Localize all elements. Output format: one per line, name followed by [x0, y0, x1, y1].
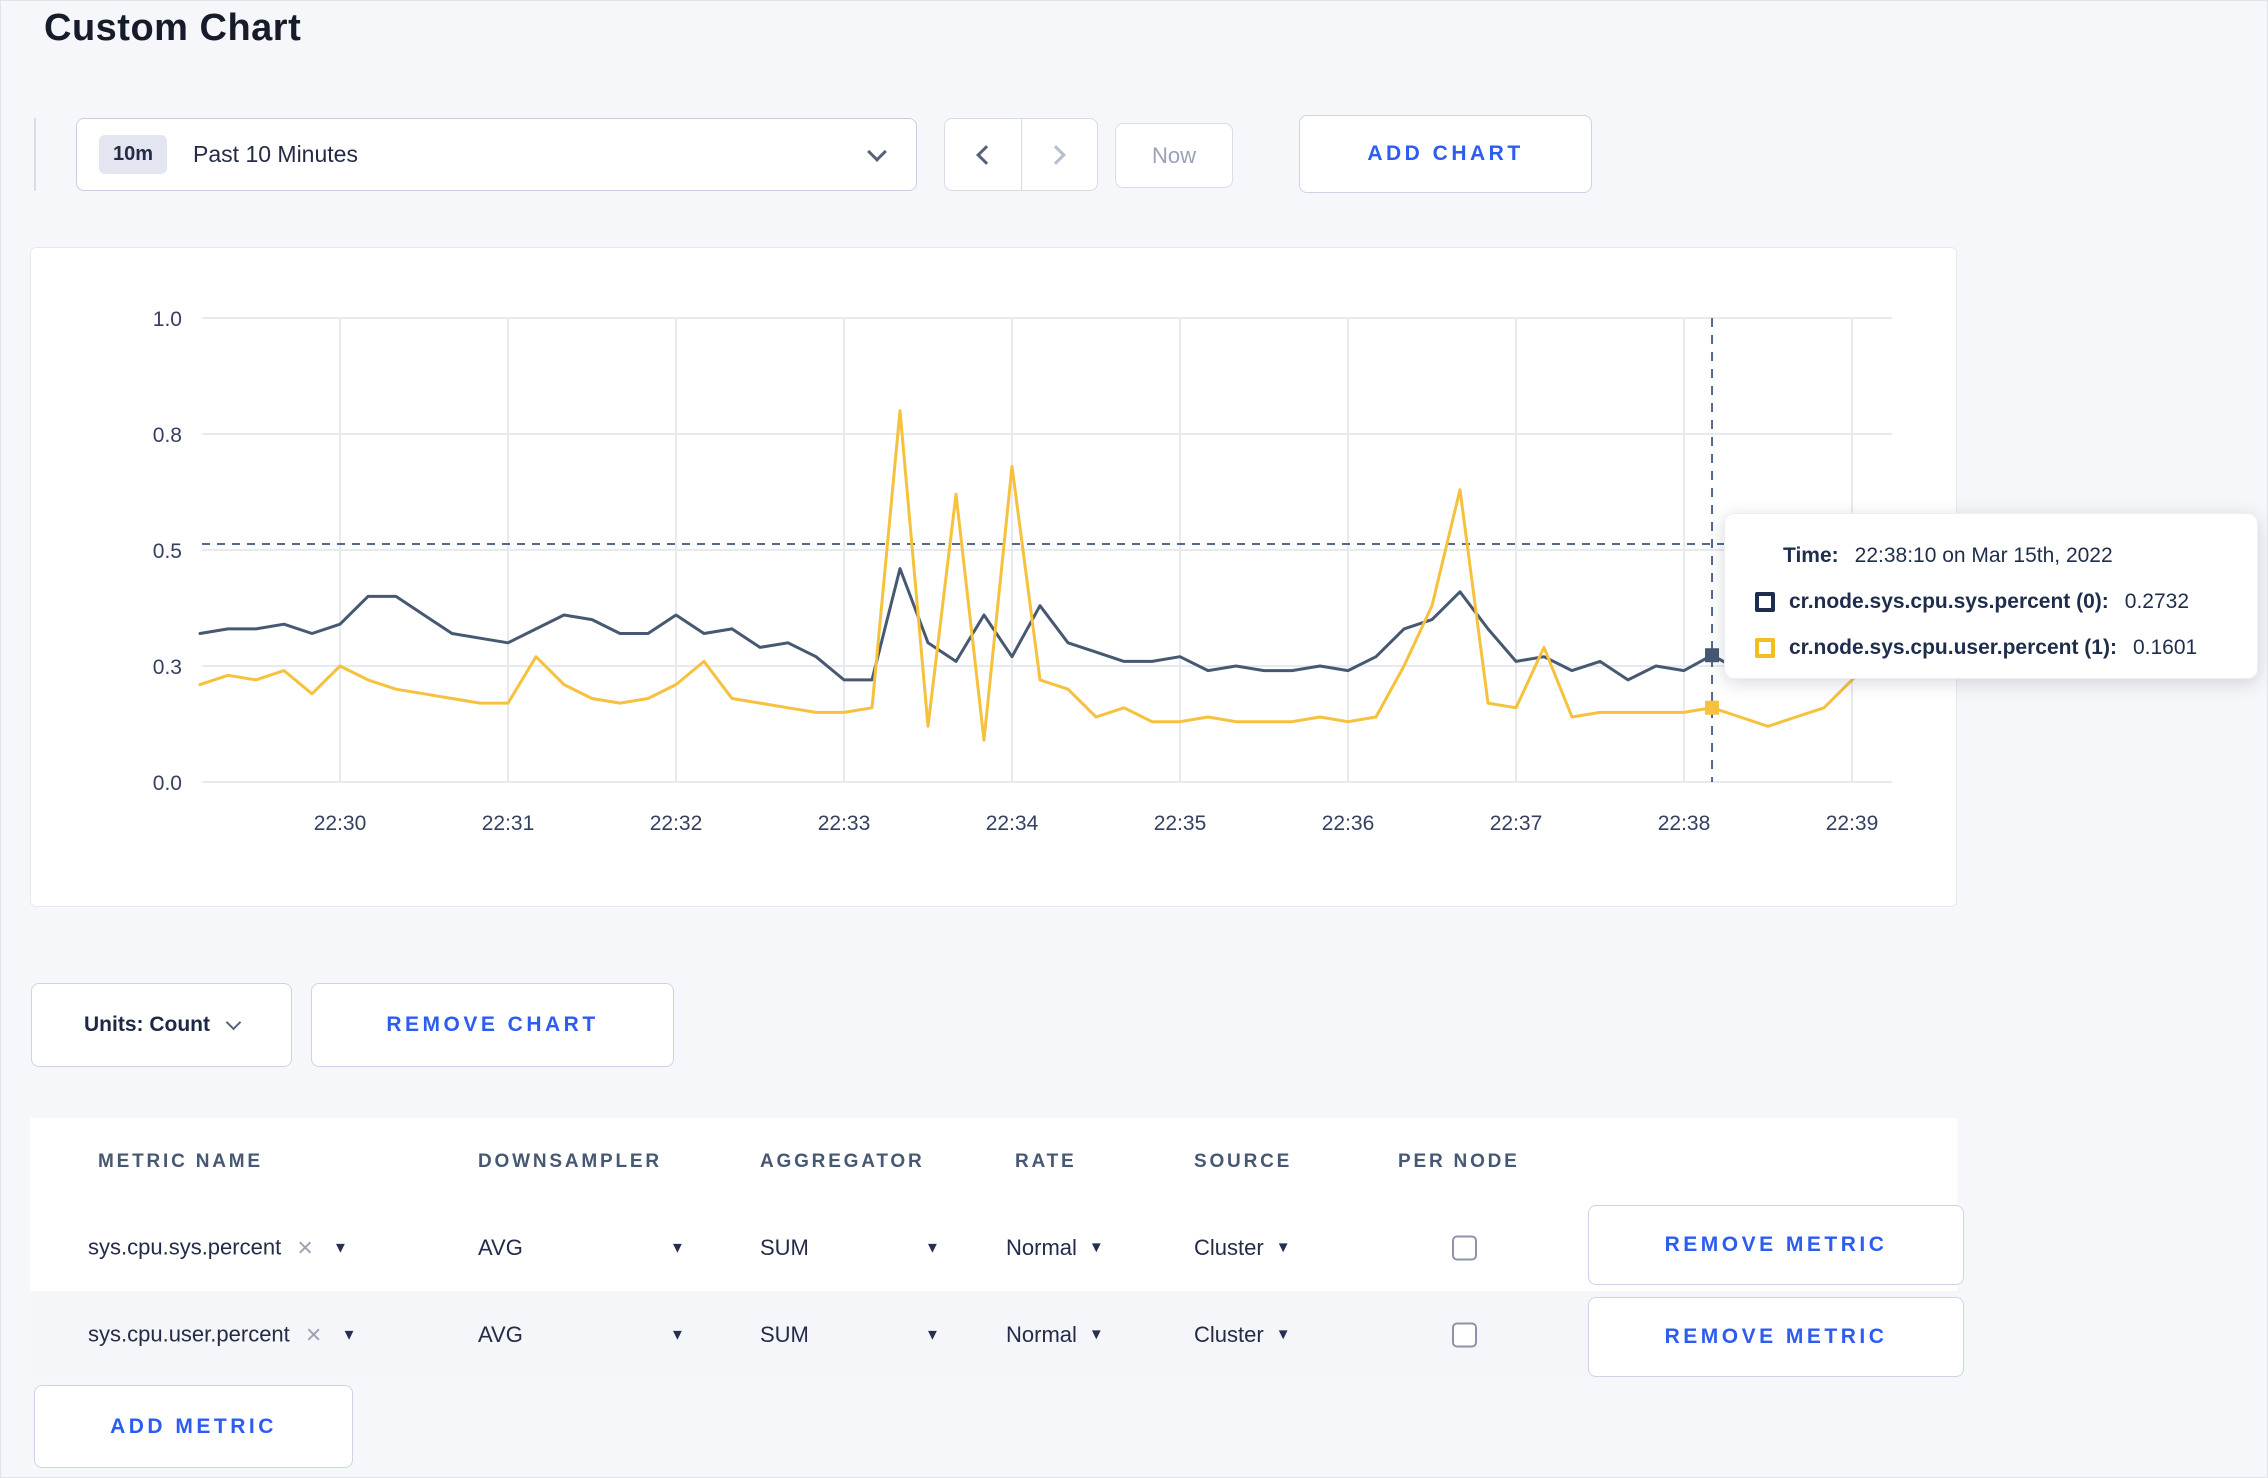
- y-tick-label: 0.5: [153, 540, 182, 563]
- x-tick-label: 22:39: [1826, 812, 1879, 835]
- metric-row: sys.cpu.user.percent × ▼ AVG ▼ SUM ▼ Nor…: [30, 1291, 1964, 1378]
- aggregator-select[interactable]: SUM: [760, 1235, 809, 1261]
- metric-row: sys.cpu.sys.percent × ▼ AVG ▼ SUM ▼ Norm…: [30, 1204, 1964, 1291]
- series-line-1: [198, 409, 1882, 742]
- per-node-checkbox[interactable]: [1452, 1322, 1477, 1347]
- downsampler-select[interactable]: AVG: [478, 1235, 523, 1261]
- chevron-left-icon: [975, 144, 996, 165]
- tooltip-time-value: 22:38:10 on Mar 15th, 2022: [1854, 544, 2113, 567]
- time-series-chart[interactable]: 0.0 0.3 0.5 0.8 1.0 22:30 22:31 22:32 22:33 22:34…: [31, 248, 1958, 908]
- chart-tooltip: Time: 22:38:10 on Mar 15th, 2022 cr.node…: [1724, 513, 2258, 679]
- header-per-node: PER NODE: [1398, 1151, 1520, 1172]
- time-range-select[interactable]: 10m Past 10 Minutes: [76, 118, 917, 191]
- page-title: Custom Chart: [44, 7, 302, 49]
- close-icon[interactable]: ×: [297, 1234, 313, 1261]
- caret-down-icon: ▼: [341, 1326, 357, 1343]
- metric-name-select[interactable]: sys.cpu.sys.percent × ▼: [88, 1234, 348, 1261]
- rate-select[interactable]: Normal ▼: [1006, 1235, 1104, 1261]
- chevron-right-icon: [1046, 144, 1067, 165]
- metrics-table-header: METRIC NAME DOWNSAMPLER AGGREGATOR RATE …: [30, 1118, 1957, 1204]
- rate-value: Normal: [1006, 1321, 1077, 1347]
- remove-chart-button[interactable]: REMOVE CHART: [311, 983, 674, 1067]
- caret-down-icon: ▼: [1088, 1239, 1104, 1256]
- caret-down-icon[interactable]: ▼: [925, 1326, 940, 1343]
- caret-down-icon: ▼: [1275, 1239, 1291, 1256]
- caret-down-icon: ▼: [1088, 1326, 1104, 1343]
- x-tick-label: 22:30: [314, 812, 367, 835]
- add-metric-button[interactable]: ADD METRIC: [34, 1385, 353, 1468]
- metrics-table: METRIC NAME DOWNSAMPLER AGGREGATOR RATE …: [30, 1118, 1964, 1378]
- time-range-label: Past 10 Minutes: [193, 141, 358, 167]
- tooltip-series-1-value: 0.1601: [2132, 636, 2198, 659]
- remove-metric-button[interactable]: REMOVE METRIC: [1588, 1205, 1964, 1285]
- metric-name-select[interactable]: sys.cpu.user.percent × ▼: [88, 1321, 356, 1348]
- tooltip-series-0-label: cr.node.sys.cpu.sys.percent (0):: [1789, 590, 2109, 613]
- y-tick-label: 0.0: [153, 772, 182, 795]
- x-tick-label: 22:37: [1490, 812, 1543, 835]
- x-tick-label: 22:32: [650, 812, 703, 835]
- source-select[interactable]: Cluster ▼: [1194, 1322, 1291, 1348]
- header-downsampler: DOWNSAMPLER: [478, 1151, 662, 1172]
- x-tick-label: 22:35: [1154, 812, 1207, 835]
- per-node-checkbox[interactable]: [1452, 1235, 1477, 1260]
- chart-card: 0.0 0.3 0.5 0.8 1.0 22:30 22:31 22:32 22:33 22:34…: [30, 247, 1957, 907]
- tooltip-series-row: cr.node.sys.cpu.sys.percent (0): 0.2732: [1755, 582, 2257, 622]
- custom-chart-page: Custom Chart 10m Past 10 Minutes Now ADD…: [0, 0, 2268, 1478]
- next-window-button[interactable]: [1020, 119, 1098, 190]
- caret-down-icon[interactable]: ▼: [925, 1239, 940, 1256]
- header-rate: RATE: [1015, 1151, 1077, 1172]
- x-tick-label: 22:31: [482, 812, 535, 835]
- y-tick-label: 0.3: [153, 656, 182, 679]
- close-icon[interactable]: ×: [306, 1321, 322, 1348]
- source-value: Cluster: [1194, 1321, 1264, 1347]
- tooltip-time-label: Time:: [1783, 544, 1839, 567]
- series-1-swatch-icon: [1755, 638, 1775, 658]
- header-source: SOURCE: [1194, 1151, 1293, 1172]
- tooltip-series-row: cr.node.sys.cpu.user.percent (1): 0.1601: [1755, 628, 2257, 668]
- tooltip-series-0-value: 0.2732: [2124, 590, 2190, 613]
- header-metric-name: METRIC NAME: [98, 1151, 263, 1172]
- time-range-badge: 10m: [99, 135, 168, 174]
- aggregator-value: SUM: [760, 1234, 809, 1260]
- rate-value: Normal: [1006, 1234, 1077, 1260]
- source-value: Cluster: [1194, 1234, 1264, 1260]
- now-button[interactable]: Now: [1115, 123, 1233, 188]
- series-line-0: [198, 567, 1882, 682]
- prev-window-button[interactable]: [945, 119, 1021, 190]
- remove-metric-button[interactable]: REMOVE METRIC: [1588, 1297, 1964, 1377]
- metric-name-value: sys.cpu.sys.percent: [88, 1234, 282, 1260]
- y-tick-label: 1.0: [153, 308, 182, 331]
- crosshair-marker-0: [1705, 648, 1720, 663]
- downsampler-value: AVG: [478, 1321, 523, 1347]
- time-window-nav: [944, 118, 1098, 191]
- tooltip-series-1-label: cr.node.sys.cpu.user.percent (1):: [1789, 636, 2117, 659]
- x-tick-label: 22:36: [1322, 812, 1375, 835]
- aggregator-select[interactable]: SUM: [760, 1322, 809, 1348]
- caret-down-icon[interactable]: ▼: [670, 1239, 685, 1256]
- units-select-label: Units: Count: [84, 1013, 210, 1036]
- x-tick-label: 22:38: [1658, 812, 1711, 835]
- x-tick-label: 22:33: [818, 812, 871, 835]
- y-tick-label: 0.8: [153, 424, 182, 447]
- aggregator-value: SUM: [760, 1321, 809, 1347]
- chevron-down-icon: [867, 142, 887, 162]
- downsampler-select[interactable]: AVG: [478, 1322, 523, 1348]
- series-0-swatch-icon: [1755, 592, 1775, 612]
- source-select[interactable]: Cluster ▼: [1194, 1235, 1291, 1261]
- downsampler-value: AVG: [478, 1234, 523, 1260]
- caret-down-icon: ▼: [332, 1239, 348, 1256]
- crosshair-marker-1: [1705, 700, 1720, 715]
- rate-select[interactable]: Normal ▼: [1006, 1322, 1104, 1348]
- caret-down-icon: ▼: [1275, 1326, 1291, 1343]
- metric-name-value: sys.cpu.user.percent: [88, 1321, 290, 1347]
- header-aggregator: AGGREGATOR: [760, 1151, 925, 1172]
- units-select[interactable]: Units: Count: [31, 983, 292, 1067]
- add-chart-button[interactable]: ADD CHART: [1299, 115, 1592, 193]
- toolbar-divider: [34, 118, 36, 191]
- caret-down-icon[interactable]: ▼: [670, 1326, 685, 1343]
- tooltip-time-row: Time: 22:38:10 on Mar 15th, 2022: [1755, 536, 2257, 576]
- chevron-down-icon: [225, 1014, 242, 1030]
- x-tick-label: 22:34: [986, 812, 1039, 835]
